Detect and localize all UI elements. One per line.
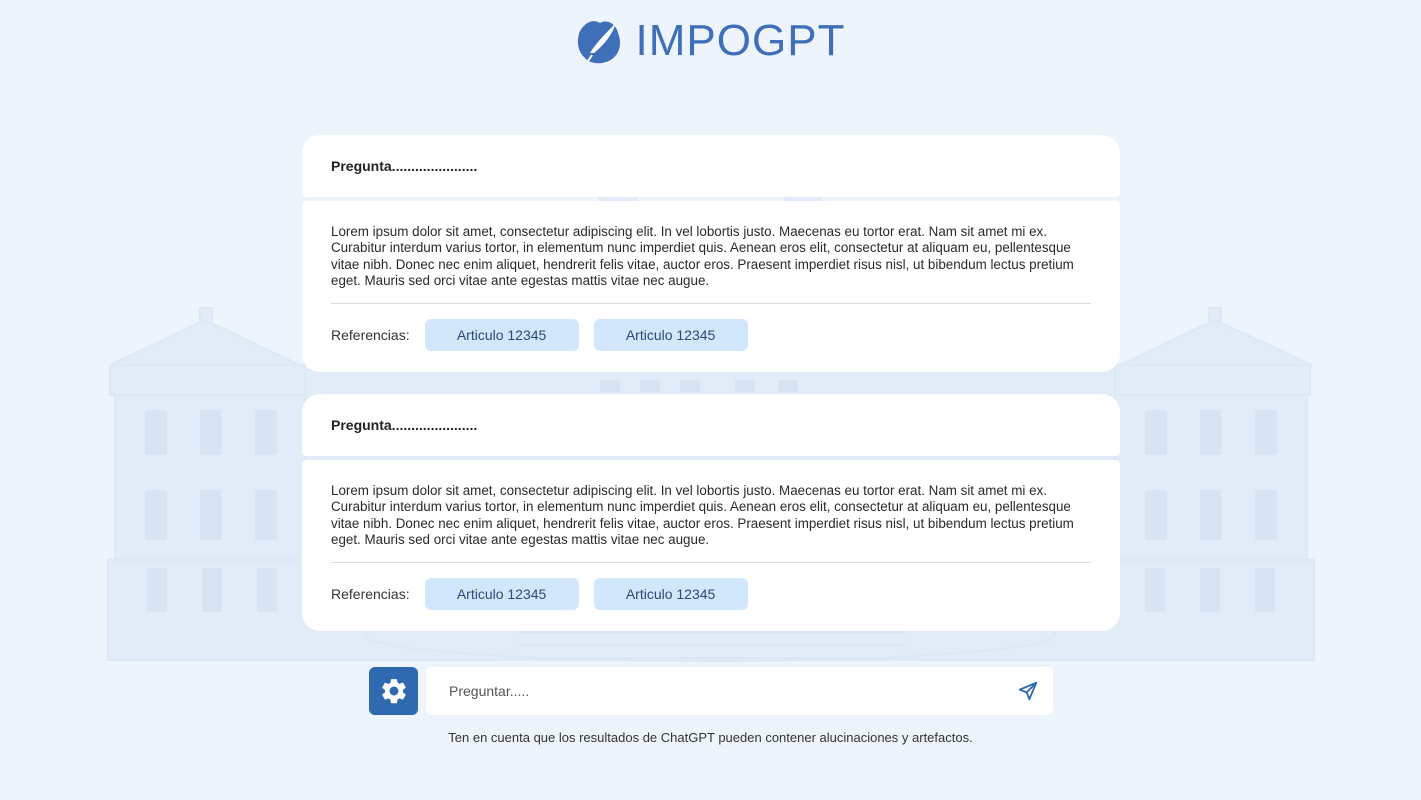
disclaimer-text: Ten en cuenta que los resultados de Chat… (448, 730, 973, 745)
question-card: Pregunta...................... (302, 394, 1120, 456)
quill-feather-icon (577, 21, 620, 64)
reference-chip[interactable]: Articulo 12345 (424, 577, 579, 610)
question-input-wrapper (426, 667, 1053, 715)
send-icon (1018, 681, 1038, 701)
answer-card: Lorem ipsum dolor sit amet, consectetur … (302, 201, 1120, 372)
references-label: Referencias: (331, 326, 410, 343)
qa-block: Pregunta...................... Lorem ips… (302, 135, 1120, 372)
answer-text: Lorem ipsum dolor sit amet, consectetur … (331, 483, 1074, 548)
question-input[interactable] (447, 682, 1013, 700)
reference-chip[interactable]: Articulo 12345 (424, 318, 579, 351)
brand-title: IMPOGPT (635, 16, 846, 65)
chat-input-bar (369, 667, 1053, 715)
app-header: IMPOGPT (0, 14, 1421, 68)
references-label: Referencias: (331, 585, 410, 602)
reference-chip[interactable]: Articulo 12345 (593, 318, 748, 351)
reference-chip[interactable]: Articulo 12345 (593, 577, 748, 610)
question-text: Pregunta...................... (331, 158, 478, 174)
settings-button[interactable] (369, 667, 418, 715)
question-card: Pregunta...................... (302, 135, 1120, 197)
gear-icon (381, 679, 406, 704)
divider (331, 561, 1091, 563)
send-button[interactable] (1013, 676, 1043, 706)
references-row: Referencias: Articulo 12345 Articulo 123… (331, 318, 1091, 351)
answer-card: Lorem ipsum dolor sit amet, consectetur … (302, 460, 1120, 631)
references-row: Referencias: Articulo 12345 Articulo 123… (331, 577, 1091, 610)
question-text: Pregunta...................... (331, 417, 478, 433)
answer-text: Lorem ipsum dolor sit amet, consectetur … (331, 224, 1074, 289)
qa-block: Pregunta...................... Lorem ips… (302, 394, 1120, 631)
divider (331, 302, 1091, 304)
